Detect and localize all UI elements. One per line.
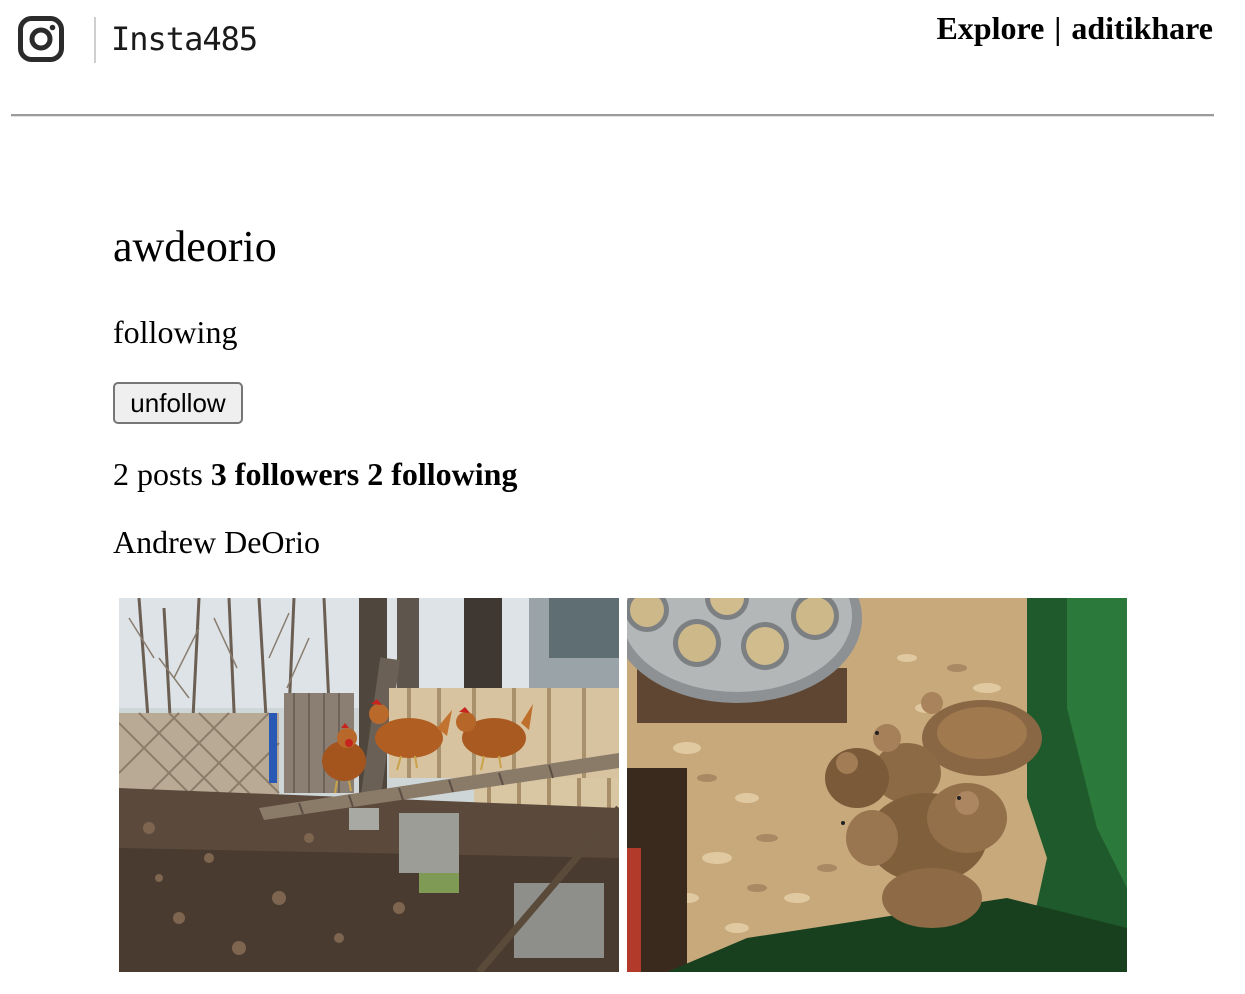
profile-fullname: Andrew DeOrio [113,524,321,560]
site-header: Insta485 Explore | aditikhare [0,0,1245,117]
following-link[interactable]: 2 following [367,456,517,492]
post-thumbnail-2[interactable] [627,598,1127,972]
brand-link[interactable]: Insta485 [111,19,258,59]
instagram-camera-icon [18,16,64,62]
relationship-status: following [113,314,238,350]
posts-count: 2 posts [113,456,203,492]
logo-divider [94,17,96,63]
profile-stats: 2 posts 3 followers 2 following [113,454,517,494]
chicks-in-brooder-with-feeder-photo [627,598,1127,972]
chickens-on-perch-in-backyard-photo [119,598,619,972]
post-thumbnail-1[interactable] [119,598,619,972]
explore-link[interactable]: Explore [936,10,1044,46]
header-divider [11,114,1214,117]
profile-username: awdeorio [113,222,277,271]
followers-link[interactable]: 3 followers [211,456,359,492]
top-nav: Explore | aditikhare [936,8,1213,48]
unfollow-button[interactable]: unfollow [113,382,243,424]
current-user-link[interactable]: aditikhare [1071,10,1213,46]
nav-separator: | [1054,10,1062,46]
